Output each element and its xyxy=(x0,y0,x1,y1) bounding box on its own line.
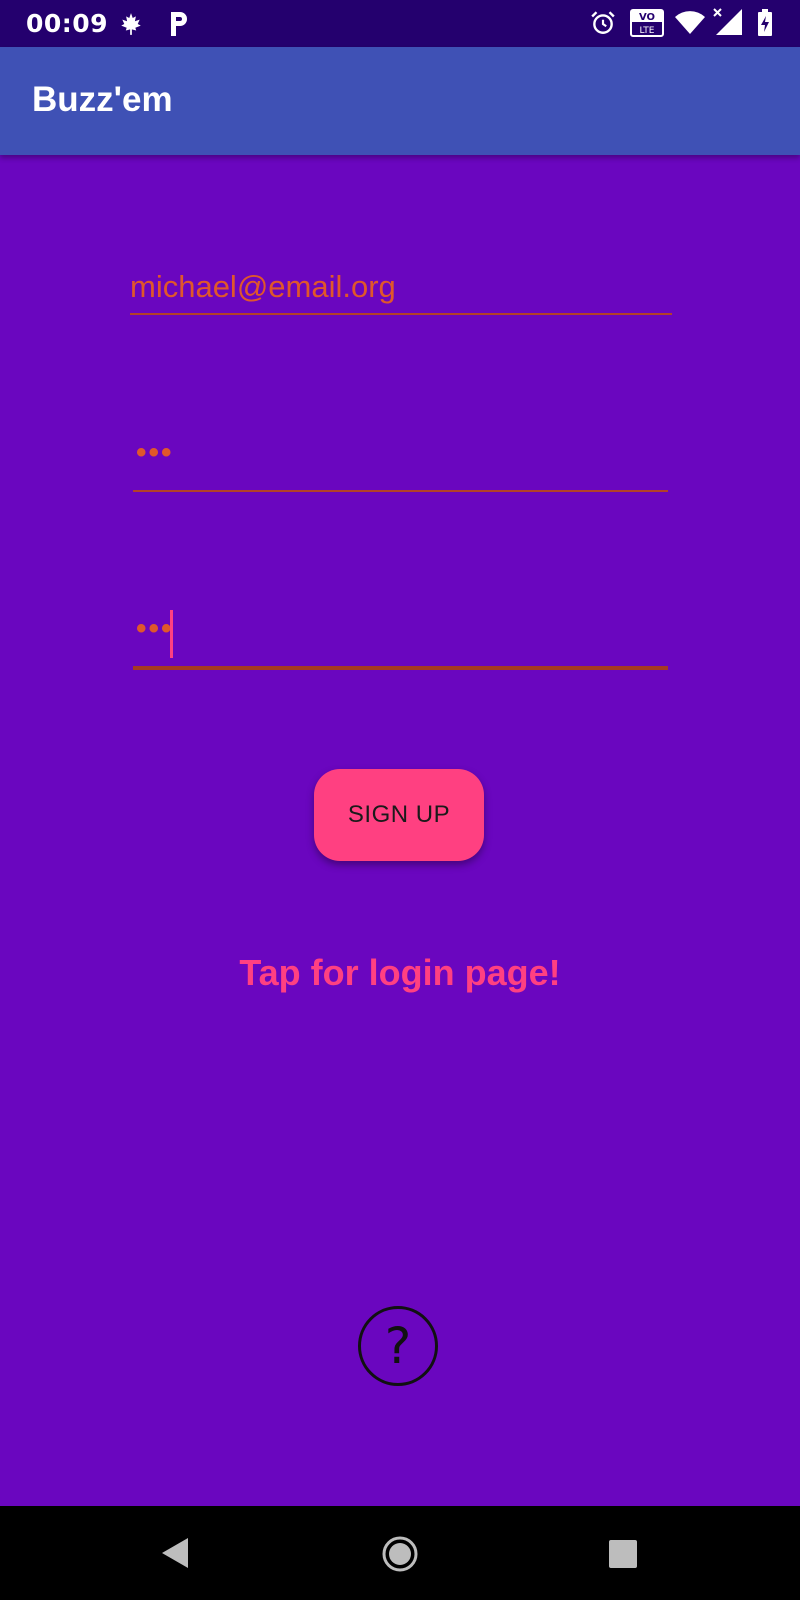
confirm-password-field[interactable]: ••• xyxy=(133,606,668,670)
home-icon[interactable] xyxy=(382,1536,418,1577)
alarm-icon xyxy=(590,10,616,41)
status-time: 00:09 xyxy=(26,9,109,38)
battery-icon xyxy=(757,9,773,42)
wifi-icon xyxy=(674,11,706,40)
recents-icon[interactable] xyxy=(608,1539,638,1574)
parking-icon xyxy=(168,10,190,43)
app-bar: Buzz'em xyxy=(0,47,800,155)
svg-text:LTE: LTE xyxy=(640,26,655,36)
signal-icon xyxy=(712,7,746,42)
help-icon[interactable]: ? xyxy=(358,1306,438,1386)
email-value: michael@email.org xyxy=(130,269,396,304)
signup-button[interactable]: SIGN UP xyxy=(314,769,484,861)
confirm-password-value: ••• xyxy=(136,612,174,645)
back-icon[interactable] xyxy=(160,1536,190,1575)
password-value: ••• xyxy=(136,436,174,469)
text-cursor xyxy=(170,610,173,658)
maple-leaf-icon xyxy=(118,11,144,42)
volte-icon: VO LTE xyxy=(630,9,664,42)
app-title: Buzz'em xyxy=(32,80,173,119)
svg-text:VO: VO xyxy=(639,12,655,23)
status-bar: 00:09 VO LTE xyxy=(0,0,800,47)
login-page-link[interactable]: Tap for login page! xyxy=(0,952,800,994)
email-field[interactable]: michael@email.org xyxy=(130,253,672,315)
navigation-bar xyxy=(0,1506,800,1600)
password-field[interactable]: ••• xyxy=(133,430,668,492)
